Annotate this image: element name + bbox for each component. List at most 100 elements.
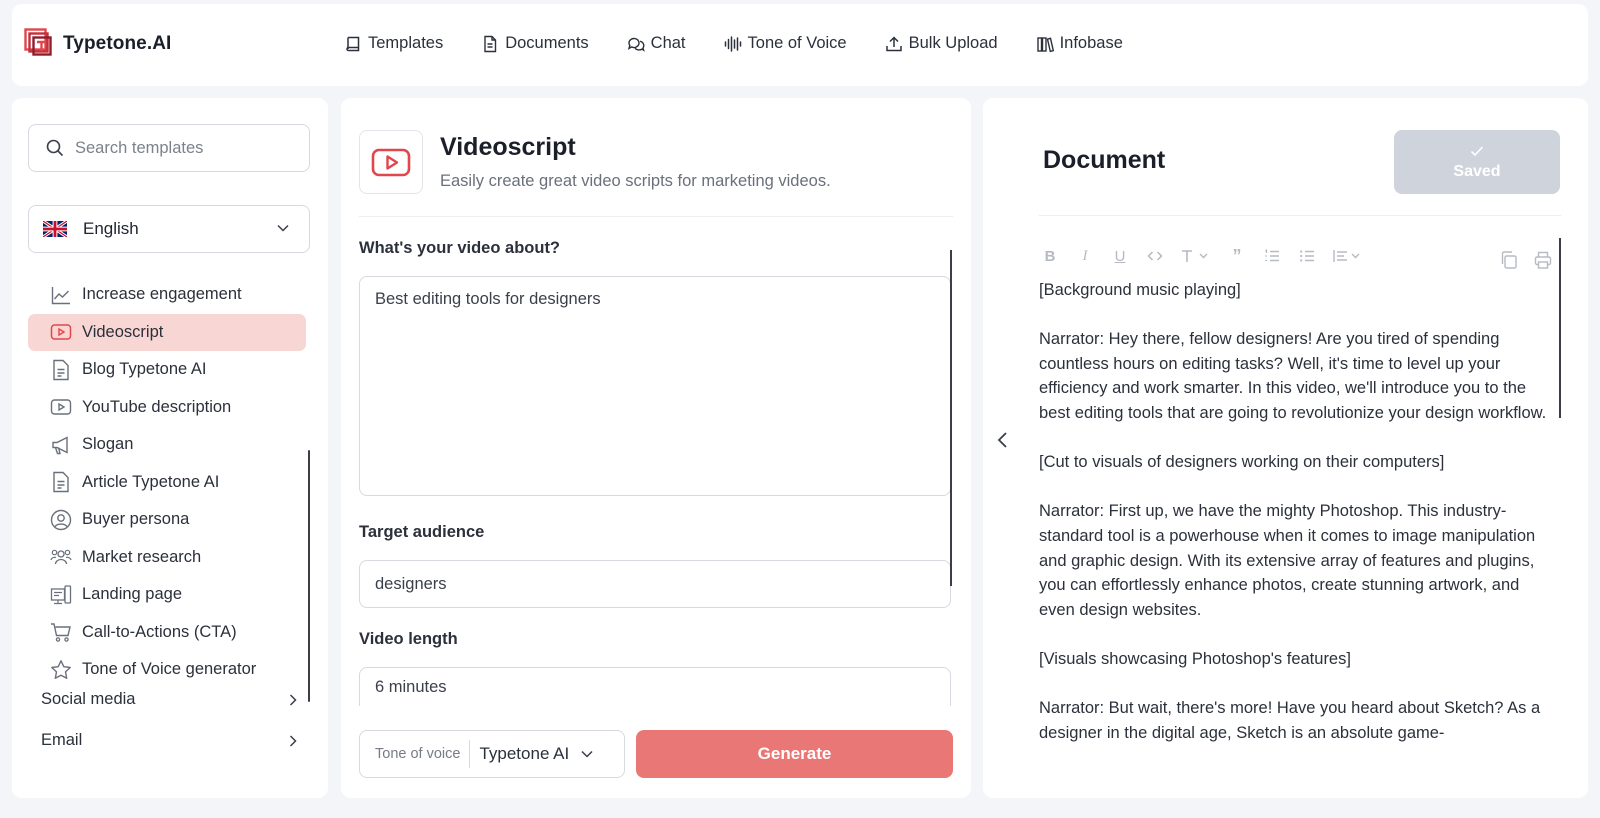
document-title: Document: [1043, 146, 1166, 174]
template-item-call-to-actions[interactable]: Call-to-Actions (CTA): [28, 614, 306, 652]
template-label: Videoscript: [82, 322, 164, 341]
chevron-left-icon[interactable]: [993, 430, 1013, 450]
document-icon: [484, 35, 497, 52]
template-item-article-typetone-ai[interactable]: Article Typetone AI: [28, 464, 306, 502]
template-label: Tone of Voice generator: [82, 660, 257, 679]
italic-icon[interactable]: I: [1074, 247, 1096, 265]
document-body[interactable]: [Background music playing] Narrator: Hey…: [1039, 278, 1557, 770]
text-style-icon[interactable]: [1179, 247, 1213, 265]
copy-icon[interactable]: [1499, 250, 1519, 270]
nav-tone-of-voice[interactable]: Tone of Voice: [724, 34, 847, 53]
library-icon: [1036, 36, 1054, 52]
editor-toolbar: B I U ”: [1039, 246, 1365, 266]
template-item-landing-page[interactable]: Landing page: [28, 576, 306, 614]
video-length-input[interactable]: [359, 667, 951, 707]
document-paragraph: Narrator: Hey there, fellow designers! A…: [1039, 330, 1547, 422]
tone-of-voice-value: Typetone AI: [479, 744, 570, 763]
nav-bulk-upload[interactable]: Bulk Upload: [885, 34, 998, 53]
template-item-videoscript[interactable]: Videoscript: [28, 313, 306, 351]
template-list: Increase engagement Videoscript Blog Typ…: [28, 276, 306, 689]
code-icon[interactable]: [1144, 247, 1166, 265]
template-title: Videoscript: [440, 133, 576, 161]
brand-name: Typetone.AI: [63, 33, 172, 54]
template-label: Call-to-Actions (CTA): [82, 622, 237, 641]
chat-icon: [627, 37, 645, 52]
user-circle-icon: [50, 509, 72, 530]
search-input[interactable]: [75, 138, 295, 158]
nav-infobase[interactable]: Infobase: [1036, 34, 1123, 53]
nav-templates[interactable]: Templates: [344, 34, 443, 53]
document-icon: [53, 359, 69, 380]
bullet-list-icon[interactable]: [1296, 247, 1318, 265]
nav-label: Chat: [650, 34, 686, 52]
ordered-list-icon[interactable]: [1261, 247, 1283, 265]
category-label: Social media: [41, 690, 136, 708]
bold-icon[interactable]: B: [1039, 247, 1061, 265]
language-select[interactable]: English: [28, 205, 310, 253]
topic-textarea[interactable]: Best editing tools for designers: [359, 276, 951, 496]
template-icon-box: [359, 130, 423, 194]
book-icon: [346, 36, 360, 51]
template-subtitle: Easily create great video scripts for ma…: [440, 172, 831, 190]
document-paragraph: Narrator: But wait, there's more! Have y…: [1039, 699, 1541, 742]
main-nav: Templates Documents Chat Tone of Voice B…: [344, 34, 1161, 53]
uk-flag-icon: [43, 221, 67, 237]
template-item-buyer-persona[interactable]: Buyer persona: [28, 501, 306, 539]
template-item-market-research[interactable]: Market research: [28, 539, 306, 577]
document-scrollbar[interactable]: [1559, 238, 1561, 418]
document-paragraph: Narrator: First up, we have the mighty P…: [1039, 502, 1536, 619]
audience-label: Target audience: [359, 523, 485, 541]
saved-button[interactable]: Saved: [1394, 130, 1560, 194]
nav-label: Infobase: [1059, 34, 1123, 52]
template-label: Increase engagement: [82, 285, 242, 304]
tone-of-voice-select[interactable]: Tone of voice Typetone AI: [359, 730, 625, 778]
nav-documents[interactable]: Documents: [481, 34, 589, 53]
top-navigation-bar: Typetone.AI Templates Documents Chat Ton…: [12, 4, 1588, 86]
audience-input[interactable]: [359, 560, 951, 608]
topic-label: What's your video about?: [359, 239, 561, 257]
template-label: Landing page: [82, 585, 183, 604]
sidebar-scrollbar[interactable]: [308, 450, 310, 702]
template-label: Article Typetone AI: [82, 472, 220, 491]
cart-icon: [51, 623, 71, 642]
template-item-blog-typetone-ai[interactable]: Blog Typetone AI: [28, 351, 306, 389]
language-value: English: [83, 219, 139, 238]
template-label: Blog Typetone AI: [82, 360, 207, 379]
category-social-media[interactable]: Social media: [41, 690, 301, 709]
tone-of-voice-label: Tone of voice: [375, 740, 471, 768]
document-paragraph: [Background music playing]: [1039, 281, 1241, 299]
video-play-icon: [371, 148, 411, 177]
document-paragraph: [Cut to visuals of designers working on …: [1039, 453, 1445, 472]
brand-logo[interactable]: Typetone.AI: [24, 28, 171, 60]
nav-label: Documents: [505, 34, 589, 52]
trend-icon: [51, 286, 70, 304]
megaphone-icon: [52, 436, 68, 454]
template-item-tone-of-voice-generator[interactable]: Tone of Voice generator: [28, 651, 306, 689]
underline-icon[interactable]: U: [1109, 247, 1131, 265]
search-icon: [46, 139, 64, 157]
generate-button[interactable]: Generate: [636, 730, 953, 778]
template-item-slogan[interactable]: Slogan: [28, 426, 306, 464]
print-icon[interactable]: [1533, 250, 1553, 270]
chevron-down-icon: [581, 750, 593, 758]
category-email[interactable]: Email: [41, 731, 301, 750]
video-play-icon: [50, 399, 72, 415]
document-paragraph: [Visuals showcasing Photoshop's features…: [1039, 649, 1351, 668]
divider: [359, 216, 953, 217]
upload-icon: [885, 35, 902, 51]
template-search[interactable]: [28, 124, 310, 172]
star-icon: [51, 659, 71, 679]
template-item-increase-engagement[interactable]: Increase engagement: [28, 276, 306, 314]
nav-chat[interactable]: Chat: [627, 34, 686, 53]
document-panel: Document Saved B I U ” [Background music…: [983, 98, 1588, 798]
quote-icon[interactable]: ”: [1226, 246, 1248, 266]
align-icon[interactable]: [1331, 247, 1365, 265]
form-scrollbar[interactable]: [950, 250, 952, 586]
document-icon: [53, 472, 69, 493]
typetone-logo-icon: [24, 28, 52, 56]
landing-page-icon: [50, 585, 72, 604]
users-icon: [50, 549, 72, 565]
template-item-youtube-description[interactable]: YouTube description: [28, 389, 306, 427]
chevron-right-icon: [289, 693, 297, 706]
chevron-down-icon: [277, 224, 289, 232]
